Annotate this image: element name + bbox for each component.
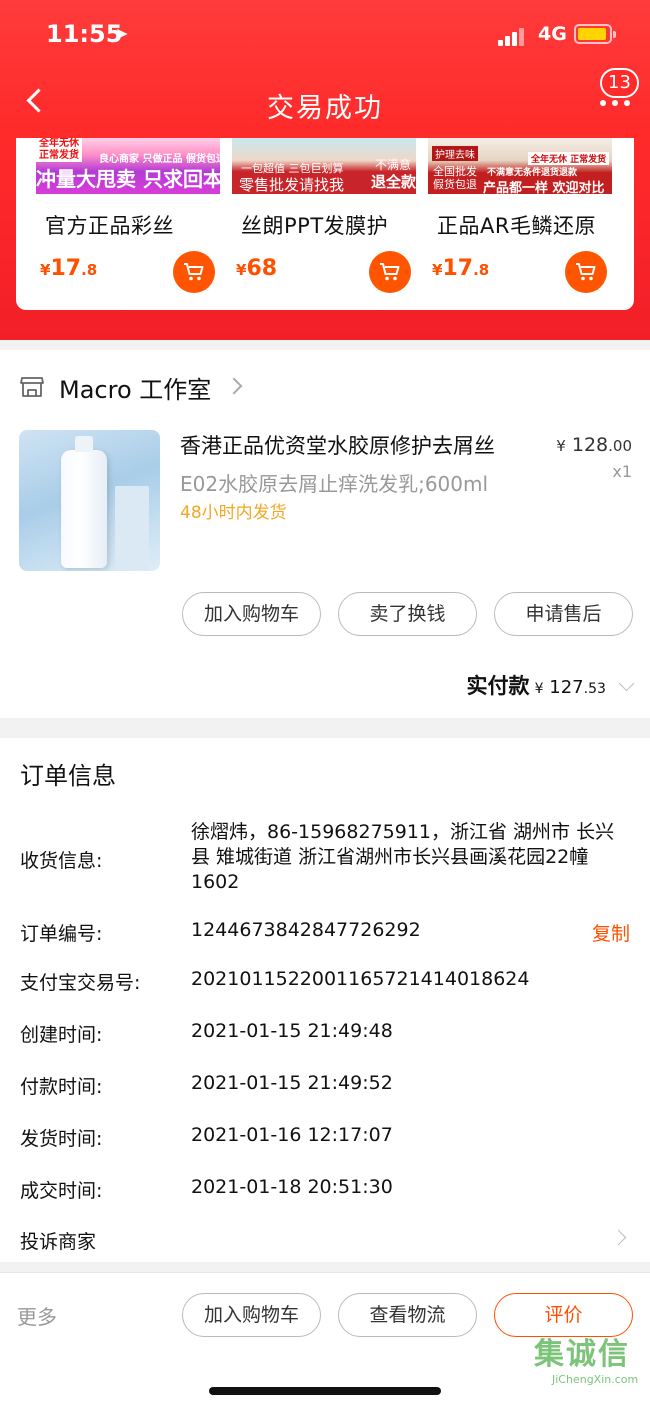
cart-icon <box>380 263 400 281</box>
created-time: 2021-01-15 21:49:48 <box>191 1020 393 1042</box>
shipped-time: 2021-01-16 12:17:07 <box>191 1124 393 1146</box>
nav-bar: 交易成功 13 <box>0 68 650 130</box>
order-number-label: 订单编号: <box>20 923 103 945</box>
shipped-time-label: 发货时间: <box>20 1128 103 1150</box>
copy-button[interactable]: 复制 <box>592 919 630 946</box>
image-tag: 正常发货 <box>36 150 82 162</box>
after-sale-button[interactable]: 申请售后 <box>494 592 633 636</box>
image-tag: 护理去味 <box>432 146 478 161</box>
recommend-item[interactable]: 全年无休 正常发货 良心商家 只做正品 假货包退 冲量大甩卖 只求回本 官方正品… <box>16 138 220 310</box>
location-arrow-icon: ➤ <box>115 24 129 43</box>
chevron-down-icon <box>618 675 635 692</box>
more-menu-icon[interactable] <box>600 100 630 108</box>
resell-button[interactable]: 卖了换钱 <box>338 592 477 636</box>
recommend-item[interactable]: 护理去味 全年无休 正常发货 不满意无条件退货退款 全国批发 假货包退 产品都一… <box>408 138 612 310</box>
store-icon <box>20 377 44 397</box>
recommend-name: 正品AR毛鳞还原 <box>437 214 596 238</box>
deal-time: 2021-01-18 20:51:30 <box>191 1176 393 1198</box>
cart-icon <box>184 263 204 281</box>
paid-time-label: 付款时间: <box>20 1076 103 1098</box>
status-time: 11:55 <box>46 20 123 48</box>
order-item-section: Macro 工作室 香港正品优资堂水胶原修护去屑丝 E02水胶原去屑止痒洗发乳;… <box>0 350 650 718</box>
recommend-name: 丝朗PPT发膜护 <box>241 214 389 238</box>
message-count-badge: 13 <box>600 68 639 98</box>
paid-amount[interactable]: 实付款 ¥ 127.53 <box>466 670 635 700</box>
chevron-right-icon <box>610 1229 627 1246</box>
order-info-section: 订单信息 收货信息: 徐熠炜，86-15968275911，浙江省 湖州市 长兴… <box>0 738 650 1262</box>
recommend-name: 官方正品彩丝 <box>45 214 174 238</box>
paid-value: ¥ 127.53 <box>534 677 606 698</box>
shipping-note: 48小时内发货 <box>180 503 287 523</box>
image-banner: 零售批发请找我 <box>239 176 345 194</box>
box-shape <box>115 486 149 570</box>
paid-time: 2021-01-15 21:49:52 <box>191 1072 393 1094</box>
status-bar: 11:55 ➤ 4G <box>0 18 650 54</box>
image-banner: 产品都一样 欢迎对比 <box>483 181 605 194</box>
recommend-price: ¥17.8 <box>432 256 490 281</box>
bottle-shape <box>61 436 107 568</box>
order-number: 1244673842847726292 <box>191 919 421 941</box>
battery-icon <box>574 24 616 44</box>
order-info-heading: 订单信息 <box>20 762 116 790</box>
recommend-panel: 全年无休 正常发货 良心商家 只做正品 假货包退 冲量大甩卖 只求回本 官方正品… <box>16 138 634 310</box>
home-indicator[interactable] <box>209 1387 441 1395</box>
product-image[interactable] <box>19 430 160 571</box>
image-banner: 冲量大甩卖 只求回本 <box>36 167 220 191</box>
deal-time-label: 成交时间: <box>20 1180 103 1202</box>
recommend-image: 全年无休 正常发货 良心商家 只做正品 假货包退 冲量大甩卖 只求回本 <box>36 138 220 194</box>
complaint-link[interactable]: 投诉商家 <box>20 1227 96 1254</box>
recommend-image: 一包超值 三包巨划算 不满意 退全款 零售批发请找我 <box>232 138 416 194</box>
add-to-cart-button[interactable]: 加入购物车 <box>182 1293 321 1337</box>
network-type: 4G <box>538 23 567 45</box>
cart-icon <box>576 263 596 281</box>
image-side-tag: 全国批发 假货包退 <box>433 165 477 191</box>
receiver-address: 徐熠炜，86-15968275911，浙江省 湖州市 长兴县 雉城街道 浙江省湖… <box>191 821 615 893</box>
product-title[interactable]: 香港正品优资堂水胶原修护去屑丝 <box>180 430 495 460</box>
more-button[interactable]: 更多 <box>17 1301 57 1330</box>
image-tag: 全年无休 <box>36 138 82 150</box>
product-sku: E02水胶原去屑止痒洗发乳;600ml <box>180 472 489 496</box>
add-to-cart-button[interactable] <box>369 251 411 293</box>
image-tag: 全年无休 正常发货 <box>528 152 610 165</box>
watermark-logo: 集诚信 JiChengXin.com <box>528 1325 648 1395</box>
alipay-trade-number: 2021011522001165721414018624 <box>191 968 530 990</box>
add-to-cart-button[interactable] <box>565 251 607 293</box>
add-to-cart-button[interactable]: 加入购物车 <box>182 592 321 636</box>
page-title: 交易成功 <box>267 93 383 124</box>
created-time-label: 创建时间: <box>20 1024 103 1046</box>
watermark-text: 集诚信 <box>534 1337 630 1372</box>
recommend-price: ¥17.8 <box>40 256 98 281</box>
recommend-image: 护理去味 全年无休 正常发货 不满意无条件退货退款 全国批发 假货包退 产品都一… <box>428 138 612 194</box>
receiver-label: 收货信息: <box>20 850 103 872</box>
recommend-price: ¥68 <box>236 256 278 281</box>
view-logistics-button[interactable]: 查看物流 <box>338 1293 477 1337</box>
alipay-trade-label: 支付宝交易号: <box>20 972 141 994</box>
add-to-cart-button[interactable] <box>173 251 215 293</box>
signal-icon <box>498 26 528 46</box>
chevron-right-icon <box>225 377 243 395</box>
shop-name: Macro 工作室 <box>59 376 212 404</box>
paid-label: 实付款 <box>466 674 530 698</box>
bottom-action-bar: 更多 加入购物车 查看物流 评价 集诚信 JiChengXin.com <box>0 1272 650 1406</box>
product-quantity: x1 <box>612 462 632 481</box>
product-price: ¥ 128.00 <box>556 434 632 456</box>
watermark-url: JiChengXin.com <box>552 1373 639 1386</box>
recommend-item[interactable]: 一包超值 三包巨划算 不满意 退全款 零售批发请找我 丝朗PPT发膜护 ¥68 <box>212 138 416 310</box>
